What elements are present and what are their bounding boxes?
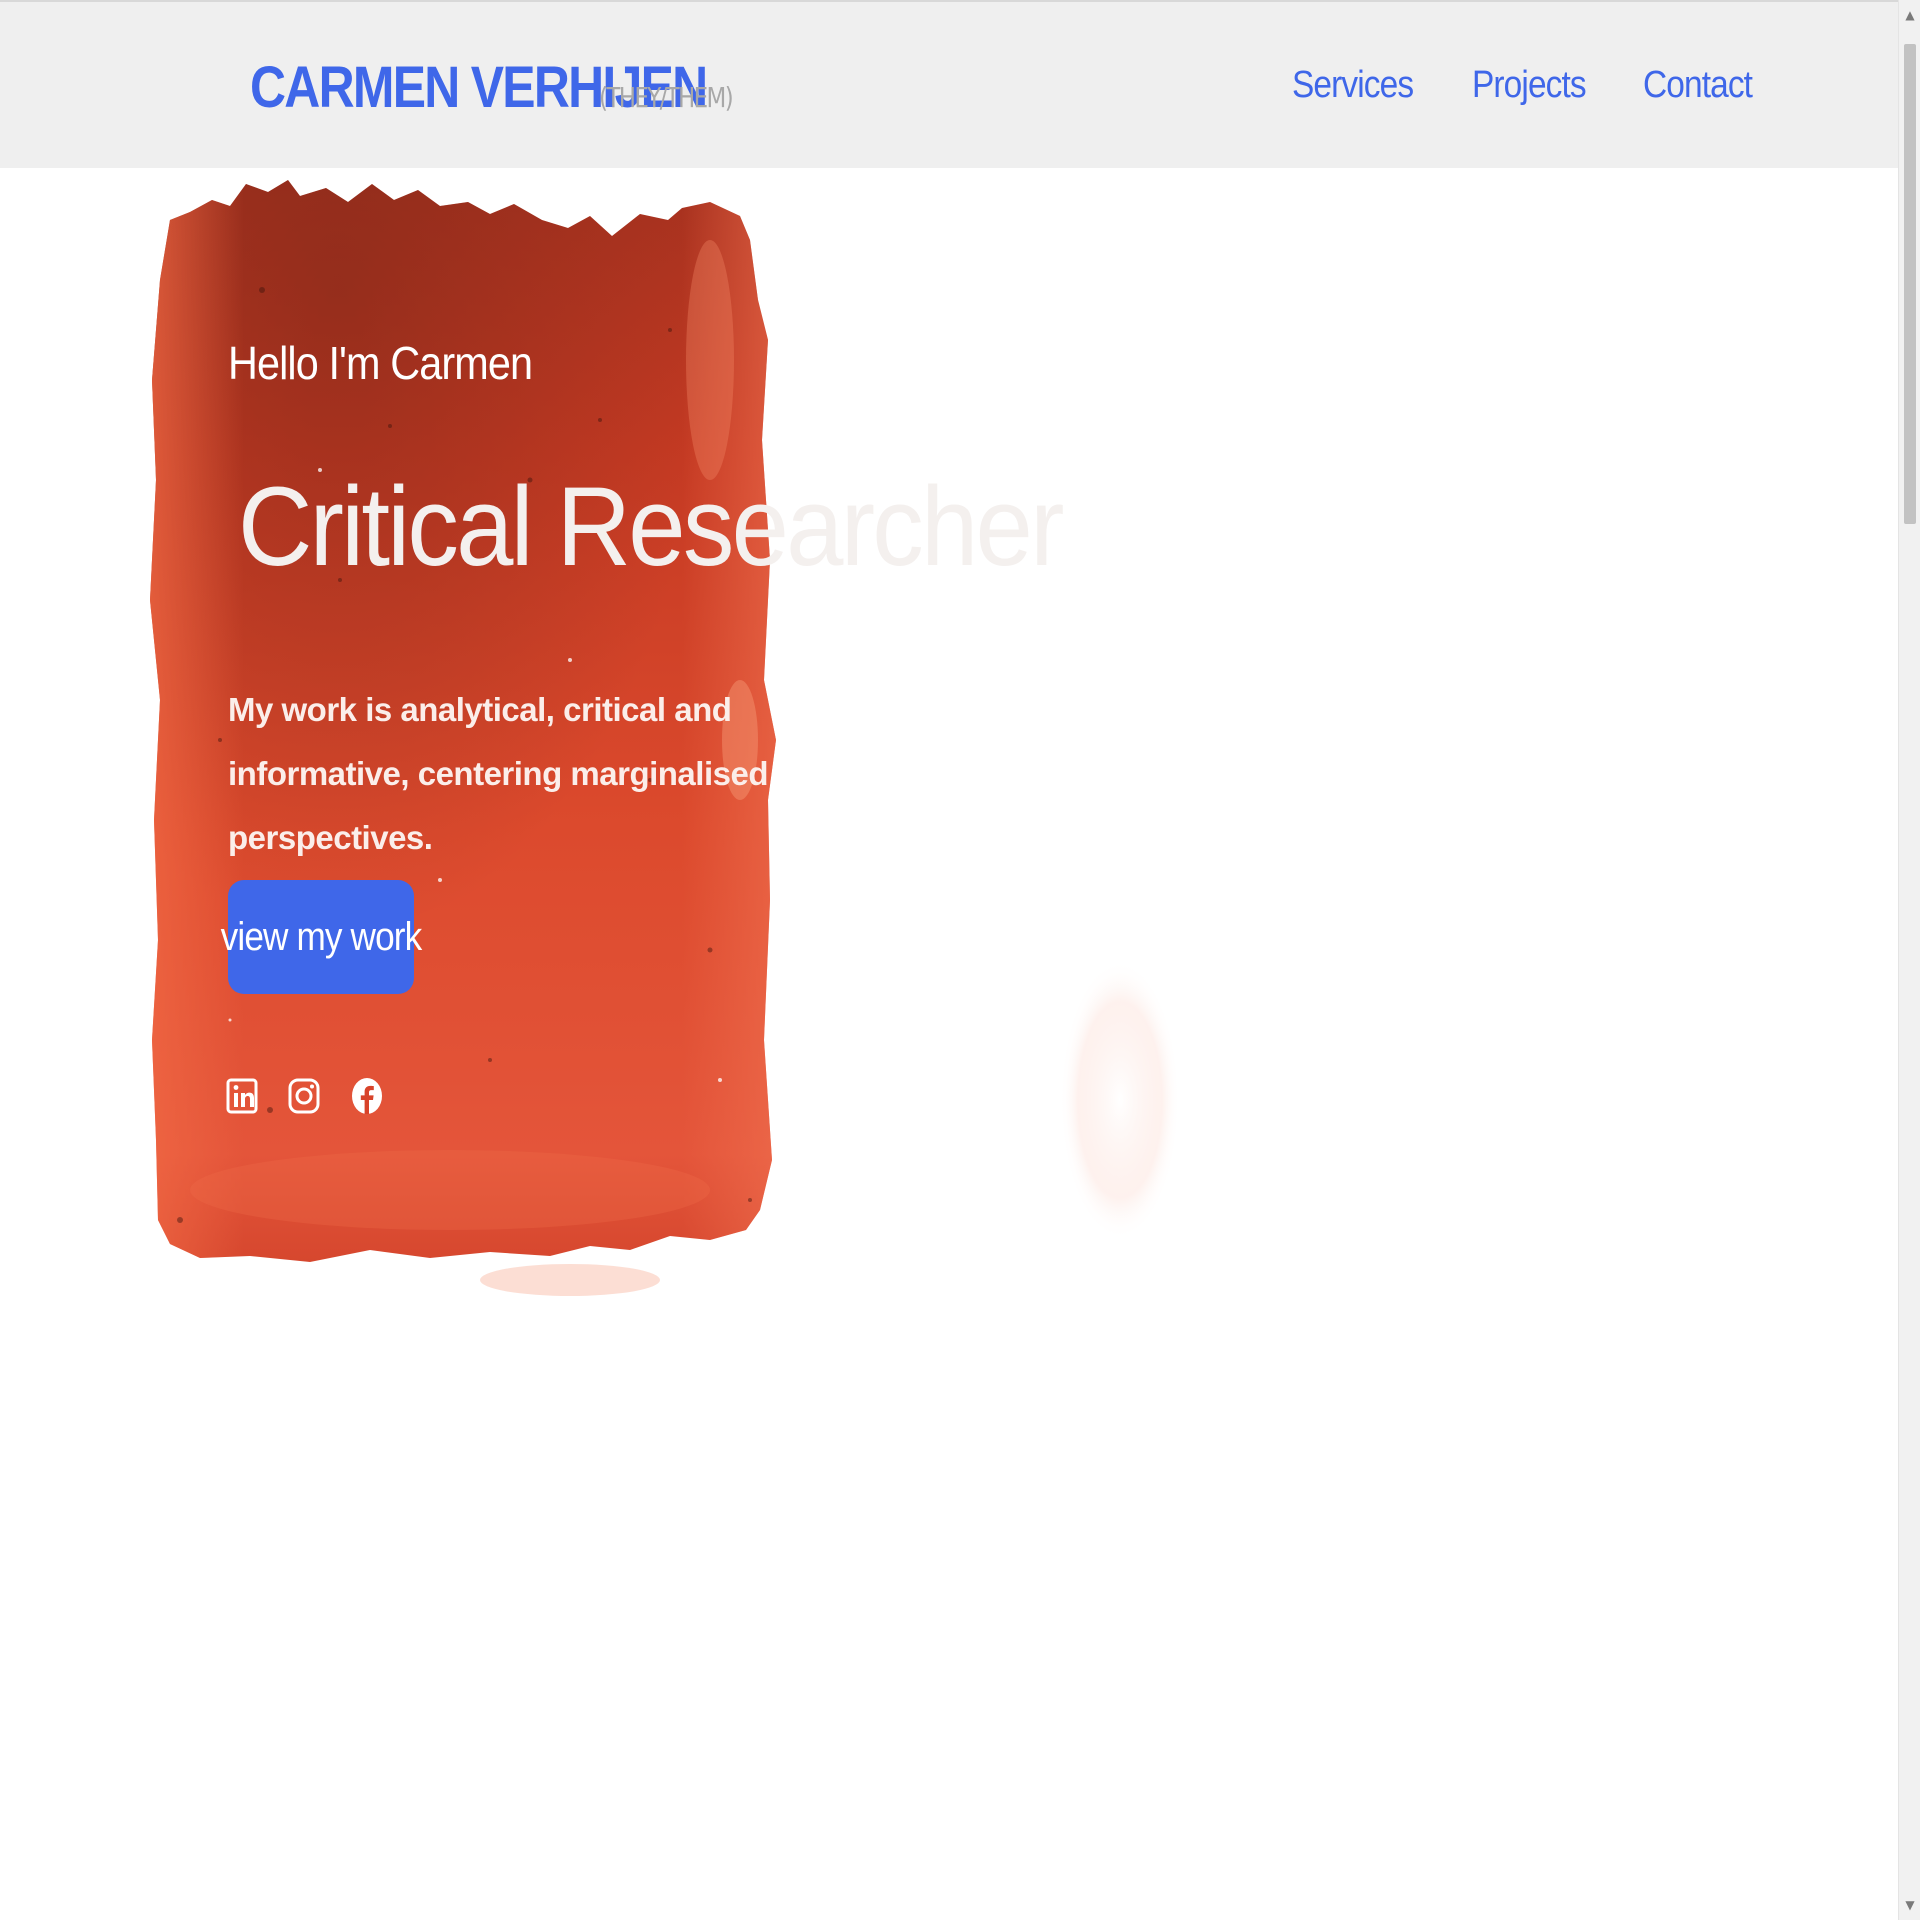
hero-greeting: Hello I'm Carmen [228,337,533,389]
nav-link-services[interactable]: Services [1292,64,1414,107]
hero-role-title: Critical Researcher [238,464,1064,589]
instagram-icon[interactable] [288,1064,322,1128]
page: CARMEN VERHIJEN (THEY/THEM) Services Pro… [0,0,1920,1920]
vertical-scrollbar[interactable]: ▲ ▼ [1898,0,1920,1920]
nav-link-contact[interactable]: Contact [1643,64,1753,107]
facebook-icon[interactable] [350,1064,384,1128]
view-my-work-button[interactable]: view my work [221,880,422,994]
linkedin-icon[interactable] [226,1064,260,1128]
hero-tagline: My work is analytical, critical and info… [228,691,769,856]
brand[interactable]: CARMEN VERHIJEN (THEY/THEM) [250,54,761,121]
paint-smudge [1060,960,1180,1240]
main-nav: Services Projects Contact [1292,64,1767,107]
social-links [226,1064,384,1128]
nav-link-projects[interactable]: Projects [1472,64,1587,107]
site-header: CARMEN VERHIJEN (THEY/THEM) Services Pro… [0,0,1898,168]
scroll-down-arrow-icon[interactable]: ▼ [1899,1894,1920,1916]
scroll-thumb[interactable] [1904,44,1916,524]
scroll-up-arrow-icon[interactable]: ▲ [1899,4,1920,26]
view-my-work-label: view my work [220,914,423,959]
brand-pronouns: (THEY/THEM) [599,81,734,114]
brand-name[interactable]: CARMEN VERHIJEN [250,54,708,121]
